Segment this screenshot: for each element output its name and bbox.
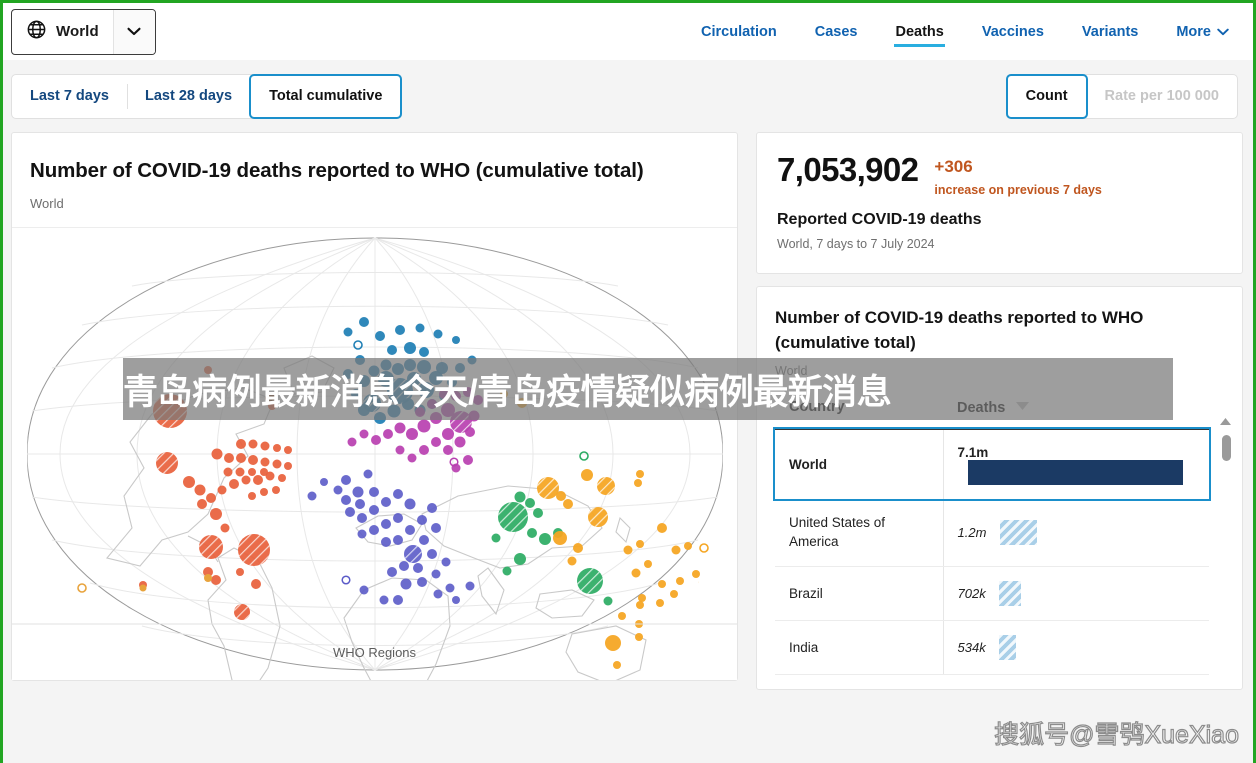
nav-item-label: More (1176, 23, 1211, 40)
table-row[interactable]: India 534k (775, 620, 1209, 675)
world-map-svg (12, 228, 737, 681)
right-column: 7,053,902 +306 increase on previous 7 da… (756, 132, 1243, 690)
table-head: Country Deaths (775, 397, 1209, 430)
table-header-row: Country Deaths (775, 397, 1209, 430)
period-tab-group: Last 7 days Last 28 days Total cumulativ… (11, 73, 403, 119)
delta-label: increase on previous 7 days (934, 182, 1102, 197)
row-value: 1.2m (957, 524, 987, 540)
row-value-cell: 1.2m (943, 498, 1209, 567)
sort-descending-icon[interactable] (1016, 398, 1030, 414)
chevron-down-icon (127, 23, 141, 41)
geography-selector-caret[interactable] (112, 9, 155, 54)
tab-label: Count (1025, 88, 1068, 104)
row-bar (999, 580, 1022, 606)
row-bar (999, 634, 1017, 660)
nav-item-label: Deaths (895, 23, 944, 40)
tab-last-7-days[interactable]: Last 7 days (12, 75, 127, 118)
map-card: Number of COVID-19 deaths reported to WH… (11, 132, 738, 682)
map-legend-label: WHO Regions (332, 645, 417, 661)
nav-item-circulation[interactable]: Circulation (682, 3, 796, 60)
table-scrollbar[interactable] (1220, 412, 1232, 648)
tab-total-cumulative[interactable]: Total cumulative (249, 73, 403, 119)
filter-toolbar: Last 7 days Last 28 days Total cumulativ… (3, 60, 1253, 132)
geography-selector[interactable]: World (11, 8, 156, 55)
nav-item-label: Vaccines (981, 23, 1044, 40)
watermark-corner: 搜狐号@雪鸮XueXiao (993, 720, 1239, 749)
chevron-down-icon (1217, 24, 1229, 40)
globe-icon (26, 19, 47, 45)
column-header-deaths[interactable]: Deaths (943, 397, 1209, 430)
geography-selector-main[interactable]: World (12, 10, 113, 54)
nav-item-vaccines[interactable]: Vaccines (963, 3, 1063, 60)
measure-tab-group: Count Rate per 100 000 (1005, 73, 1238, 119)
tab-label: Total cumulative (269, 88, 383, 104)
nav-item-label: Cases (814, 23, 858, 40)
table-body: World 7.1m United States of America 1.2m (773, 427, 1211, 675)
tab-count[interactable]: Count (1005, 73, 1088, 119)
table-title: Number of COVID-19 deaths reported to WH… (775, 307, 1144, 352)
nav-item-label: Circulation (701, 23, 777, 40)
row-value: 7.1m (957, 444, 989, 460)
row-value-cell: 7.1m (943, 429, 1209, 498)
row-country: India (775, 620, 944, 675)
row-value-cell: 534k (943, 620, 1209, 675)
country-table-card: Number of COVID-19 deaths reported to WH… (756, 285, 1243, 690)
table-row[interactable]: Brazil 702k (775, 566, 1209, 621)
nav-item-variants[interactable]: Variants (1063, 3, 1157, 60)
delta-value: +306 (934, 157, 973, 176)
metric-label: Reported COVID-19 deaths (777, 210, 982, 228)
country-deaths-table: Country Deaths World 7.1m United States … (773, 397, 1211, 675)
primary-nav: Circulation Cases Deaths Vaccines Varian… (682, 3, 1235, 60)
tab-last-28-days[interactable]: Last 28 days (127, 75, 250, 118)
row-bar (1000, 519, 1038, 545)
table-scroll-area[interactable]: Country Deaths World 7.1m United States … (773, 397, 1231, 675)
summary-stat-row: 7,053,902 +306 increase on previous 7 da… (777, 153, 1222, 197)
map-card-header: Number of COVID-19 deaths reported to WH… (12, 133, 737, 229)
summary-stat-card: 7,053,902 +306 increase on previous 7 da… (756, 132, 1243, 274)
table-row[interactable]: World 7.1m (773, 427, 1211, 501)
row-value: 702k (957, 585, 986, 601)
row-country: World (775, 429, 944, 499)
row-value-cell: 702k (943, 566, 1209, 621)
column-header-label: Country (789, 398, 845, 415)
total-deaths-value: 7,053,902 (777, 151, 919, 188)
nav-item-more[interactable]: More (1157, 3, 1235, 60)
table-subtitle: World (775, 363, 808, 378)
tab-label: Rate per 100 000 (1104, 88, 1219, 104)
row-country: Brazil (775, 566, 944, 621)
world-map[interactable]: WHO Regions (12, 228, 737, 681)
nav-item-cases[interactable]: Cases (796, 3, 877, 60)
metric-scope: World, 7 days to 7 July 2024 (777, 236, 935, 251)
tab-rate-per-100000[interactable]: Rate per 100 000 (1086, 75, 1237, 118)
tab-label: Last 28 days (145, 88, 233, 104)
main-content: Number of COVID-19 deaths reported to WH… (3, 132, 1253, 690)
row-bar (967, 459, 1183, 485)
app-header: World Circulation Cases Deaths Vaccines … (3, 3, 1253, 60)
column-header-country[interactable]: Country (775, 397, 943, 430)
delta-block: +306 increase on previous 7 days (934, 153, 1101, 197)
tab-label: Last 7 days (30, 88, 109, 104)
table-row[interactable]: United States of America 1.2m (775, 498, 1209, 567)
scroll-up-arrow-icon[interactable] (1220, 412, 1232, 430)
column-header-label: Deaths (957, 399, 1006, 416)
nav-item-label: Variants (1081, 23, 1139, 40)
geography-selector-label: World (56, 23, 99, 40)
nav-item-deaths[interactable]: Deaths (876, 3, 962, 60)
row-value: 534k (957, 639, 986, 655)
scrollbar-thumb[interactable] (1221, 434, 1231, 461)
row-country: United States of America (775, 498, 944, 567)
map-subtitle: World (30, 196, 64, 212)
map-title: Number of COVID-19 deaths reported to WH… (30, 159, 644, 182)
